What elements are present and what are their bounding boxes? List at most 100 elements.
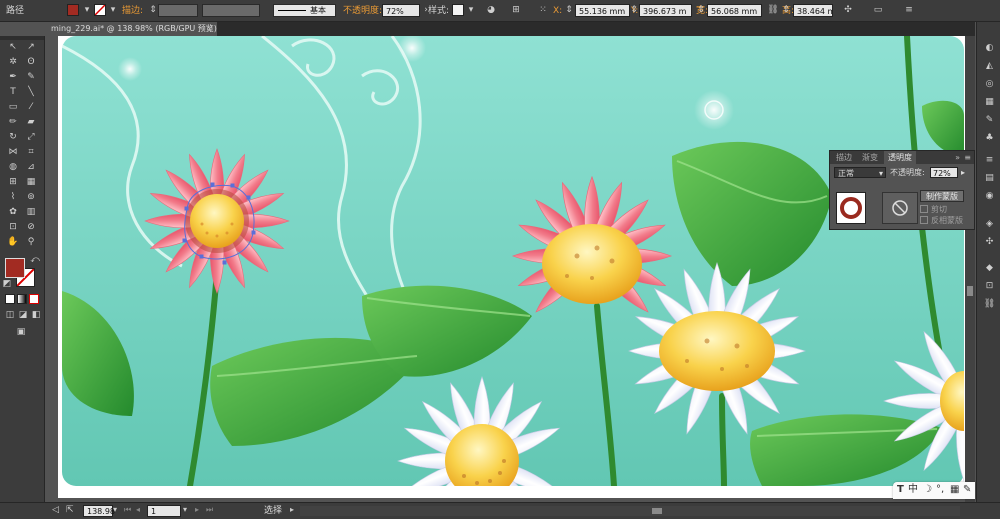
artboards-icon[interactable]: ⊡ bbox=[983, 280, 996, 293]
eyedropper-tool-icon[interactable]: ⌇ bbox=[6, 191, 20, 203]
zoom-dropdown-icon[interactable]: ▾ bbox=[113, 505, 117, 514]
tools-panel-grip[interactable] bbox=[0, 36, 44, 40]
x-label[interactable]: X: bbox=[553, 0, 562, 22]
stroke-label[interactable]: 描边: bbox=[122, 0, 143, 22]
mesh-tool-icon[interactable]: ⊞ bbox=[6, 176, 20, 188]
artboard-tool-icon[interactable]: ⊡ bbox=[6, 221, 20, 233]
shape-builder-tool-icon[interactable]: ◍ bbox=[6, 161, 20, 173]
opacity-label[interactable]: 不透明度: bbox=[343, 0, 382, 22]
paintbrush-tool-icon[interactable]: ⁄ bbox=[24, 101, 38, 113]
x-position-field[interactable]: 55.136 mm bbox=[575, 4, 630, 17]
stroke-swatch[interactable] bbox=[94, 4, 106, 16]
brushes-icon[interactable]: ✎ bbox=[983, 114, 996, 127]
zoom-field[interactable]: 138.98 bbox=[83, 505, 115, 517]
recolor-artwork-icon[interactable]: ◕ bbox=[485, 4, 497, 17]
graphic-style-swatch[interactable] bbox=[452, 4, 464, 16]
type-tool-icon[interactable]: T bbox=[6, 86, 20, 98]
gradient-mode-icon[interactable] bbox=[17, 294, 27, 304]
close-tab-icon[interactable]: × bbox=[206, 22, 213, 36]
document-tab[interactable]: ming_229.ai* @ 138.98% (RGB/GPU 预览) × bbox=[45, 22, 217, 36]
share-icon[interactable]: ⇱ bbox=[66, 505, 74, 515]
clip-checkbox[interactable]: 剪切 bbox=[920, 205, 947, 215]
color-guide-icon[interactable]: ◭ bbox=[983, 60, 996, 73]
fill-color-box[interactable] bbox=[5, 258, 25, 278]
ime-keyboard-icon[interactable]: ▦ bbox=[950, 484, 959, 496]
draw-behind-icon[interactable]: ◪ bbox=[16, 309, 30, 321]
y-position-field[interactable]: 396.673 m bbox=[639, 4, 692, 17]
artboard-number-field[interactable]: 1 bbox=[147, 505, 181, 517]
ime-moon-icon[interactable]: ☽ bbox=[923, 484, 932, 496]
default-fill-stroke-icon[interactable]: ◩ bbox=[0, 278, 14, 290]
selection-tool-icon[interactable]: ↖ bbox=[6, 41, 20, 53]
pencil-tool-icon[interactable]: ✏ bbox=[6, 116, 20, 128]
opacity-field[interactable]: 72% bbox=[382, 4, 420, 17]
vertical-scrollbar[interactable] bbox=[965, 36, 975, 502]
first-artboard-icon[interactable]: ⏮ bbox=[124, 505, 131, 515]
ime-settings-icon[interactable]: ✎ bbox=[963, 484, 971, 496]
tab-stroke[interactable]: 描边 bbox=[832, 151, 856, 164]
zoom-tool-icon[interactable]: ⚲ bbox=[24, 236, 38, 248]
status-nav-icon[interactable]: ◁ bbox=[52, 505, 59, 515]
direct-selection-tool-icon[interactable]: ↗ bbox=[24, 41, 38, 53]
isolate-group-icon[interactable]: ▭ bbox=[872, 4, 884, 17]
invert-mask-checkbox[interactable]: 反相蒙版 bbox=[920, 216, 963, 226]
height-stepper-icon[interactable]: ⇕ bbox=[780, 4, 792, 17]
horizontal-scrollbar[interactable] bbox=[300, 506, 960, 516]
variable-width-profile-dropdown[interactable] bbox=[202, 4, 260, 17]
magic-wand-tool-icon[interactable]: ✲ bbox=[6, 56, 20, 68]
make-mask-button[interactable]: 制作蒙版 bbox=[920, 190, 964, 202]
ime-chinese-label[interactable]: 中 bbox=[908, 484, 918, 496]
lasso-tool-icon[interactable]: ʘ bbox=[24, 56, 38, 68]
color-panel-icon[interactable]: ◐ bbox=[983, 42, 996, 55]
last-artboard-icon[interactable]: ⏭ bbox=[206, 505, 213, 515]
free-transform-tool-icon[interactable]: ⌗ bbox=[24, 146, 38, 158]
panel-opacity-arrow-icon[interactable]: ▸ bbox=[961, 167, 965, 178]
mask-thumbnail[interactable] bbox=[882, 192, 918, 224]
style-dropdown-icon[interactable]: ▾ bbox=[465, 4, 477, 17]
symbol-sprayer-tool-icon[interactable]: ✿ bbox=[6, 206, 20, 218]
ime-text-icon[interactable]: T bbox=[897, 484, 904, 496]
ime-punctuation-icon[interactable]: °, bbox=[936, 484, 944, 496]
column-graph-tool-icon[interactable]: ▥ bbox=[24, 206, 38, 218]
artboard-dropdown-icon[interactable]: ▾ bbox=[183, 505, 187, 514]
slice-tool-icon[interactable]: ⊘ bbox=[24, 221, 38, 233]
screen-mode-icon[interactable]: ▣ bbox=[14, 326, 28, 338]
color-mode-icon[interactable] bbox=[5, 294, 15, 304]
curvature-tool-icon[interactable]: ✎ bbox=[24, 71, 38, 83]
prev-artboard-icon[interactable]: ◂ bbox=[136, 505, 140, 514]
draw-inside-icon[interactable]: ◧ bbox=[29, 309, 43, 321]
brush-definition-dropdown[interactable]: 基本 bbox=[273, 4, 336, 17]
scale-tool-icon[interactable]: ⤢ bbox=[24, 131, 38, 143]
status-menu-icon[interactable]: ▸ bbox=[290, 505, 294, 514]
panel-collapse-icon[interactable]: » bbox=[955, 151, 960, 164]
tab-gradient[interactable]: 渐变 bbox=[858, 151, 882, 164]
transparency-panel-icon[interactable]: ◉ bbox=[983, 190, 996, 203]
height-field[interactable]: 38.464 mm bbox=[793, 4, 833, 17]
horizontal-scrollbar-thumb[interactable] bbox=[652, 508, 662, 514]
width-stepper-icon[interactable]: ⇕ bbox=[695, 4, 707, 17]
symbols-icon[interactable]: ♣ bbox=[983, 132, 996, 145]
swap-fill-stroke-icon[interactable]: ⤺ bbox=[28, 254, 42, 266]
eraser-tool-icon[interactable]: ▰ bbox=[24, 116, 38, 128]
x-stepper-icon[interactable]: ⇕ bbox=[563, 4, 575, 17]
vertical-scrollbar-thumb[interactable] bbox=[967, 286, 973, 296]
blend-mode-select[interactable]: 正常 ▾ bbox=[834, 167, 886, 178]
align-icon[interactable]: ⊞ bbox=[510, 4, 522, 17]
draw-normal-icon[interactable]: ◫ bbox=[3, 309, 17, 321]
swatches-icon[interactable]: ◈ bbox=[983, 218, 996, 231]
artwork-scene[interactable] bbox=[62, 36, 964, 486]
artwork-thumbnail[interactable] bbox=[836, 192, 866, 224]
constrain-proportions-icon[interactable]: ⛓ bbox=[767, 4, 779, 17]
width-tool-icon[interactable]: ⋈ bbox=[6, 146, 20, 158]
rotate-tool-icon[interactable]: ↻ bbox=[6, 131, 20, 143]
gradient-tool-icon[interactable]: ▦ bbox=[24, 176, 38, 188]
stroke-dropdown-icon[interactable]: ▾ bbox=[107, 4, 119, 17]
perspective-grid-tool-icon[interactable]: ⊿ bbox=[24, 161, 38, 173]
tab-transparency[interactable]: 透明度 bbox=[884, 151, 916, 164]
transform-panel-icon[interactable]: ✣ bbox=[983, 236, 996, 249]
none-mode-icon[interactable] bbox=[29, 294, 39, 304]
panel-menu-icon[interactable]: ≡ bbox=[903, 4, 915, 17]
stroke-panel-icon[interactable]: ≡ bbox=[983, 154, 996, 167]
panel-opacity-field[interactable]: 72% bbox=[930, 167, 958, 178]
fill-swatch[interactable] bbox=[67, 4, 79, 16]
